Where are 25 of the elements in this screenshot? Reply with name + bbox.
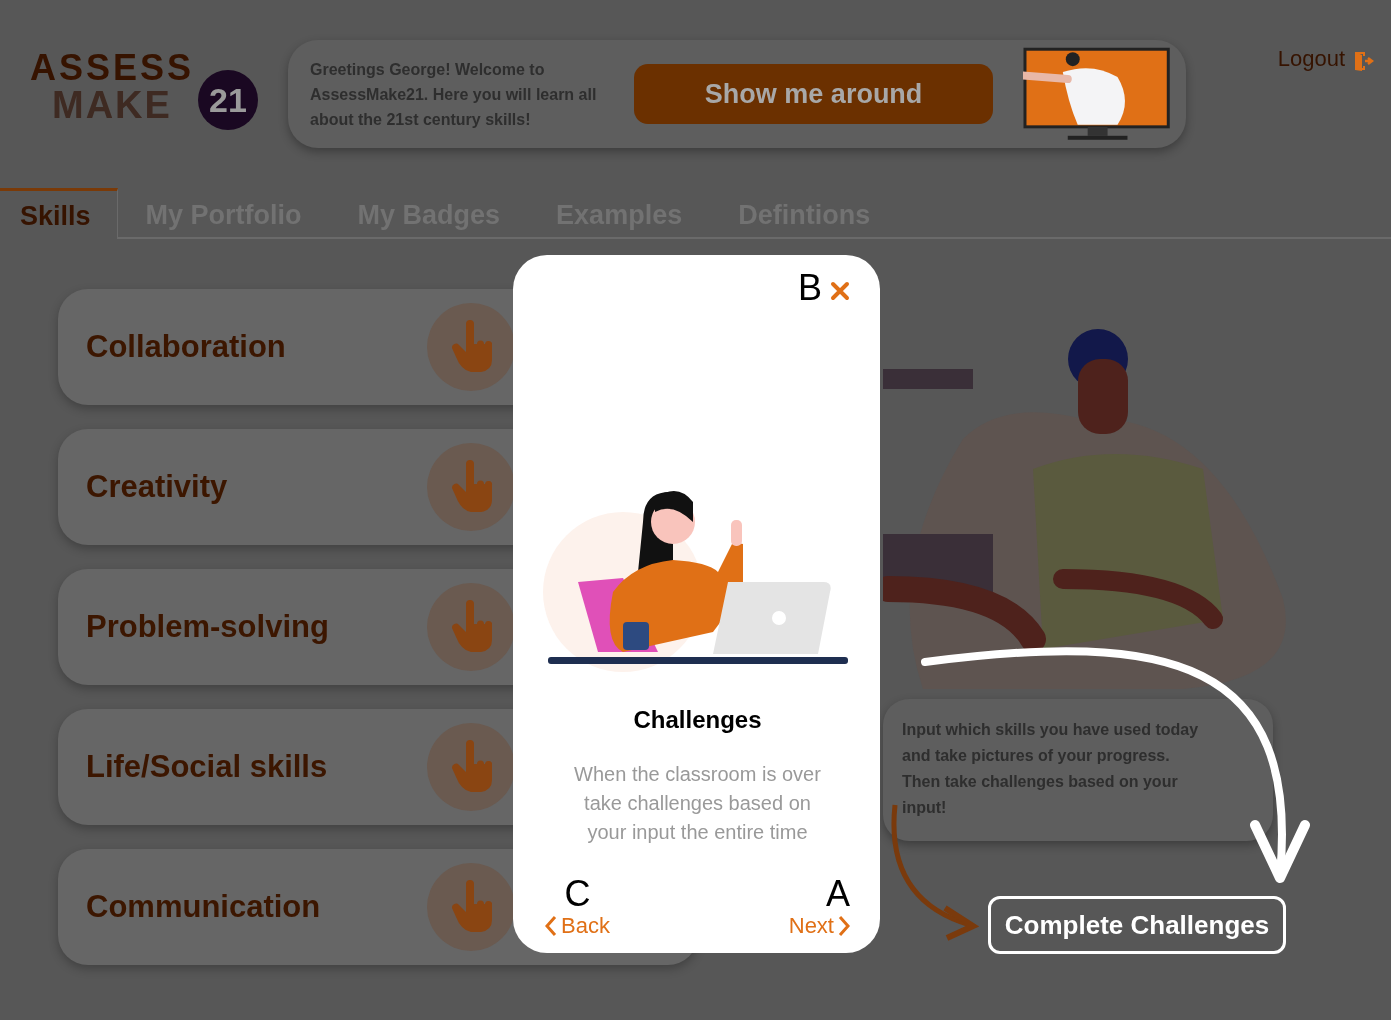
skill-name: Communication [86,889,322,925]
annotation-label: C [564,875,591,913]
chevron-left-icon [545,915,557,937]
back-button[interactable]: Back [545,913,610,939]
hand-pointer-icon[interactable] [426,302,516,392]
logo-wordmark: ASSESS [30,50,195,86]
logo-badge: 21 [198,70,258,130]
complete-challenges-button[interactable]: Complete Challenges [988,896,1286,954]
skill-name: Life/Social skills [86,749,329,785]
show-me-around-button[interactable]: Show me around [634,64,993,124]
logout-link[interactable]: Logout [1277,46,1345,72]
hand-pointer-icon[interactable] [426,722,516,812]
hand-pointer-icon[interactable] [426,582,516,672]
next-button[interactable]: Next [788,913,850,939]
chevron-right-icon [838,915,850,937]
door-exit-icon [1353,50,1375,72]
skill-name: Creativity [86,469,229,505]
hand-pointer-icon[interactable] [426,442,516,532]
annotation-label: A [826,875,850,913]
annotation-label: B [798,269,822,307]
hand-pointer-icon[interactable] [426,862,516,952]
skill-name: Problem-solving [86,609,330,645]
skill-name: Collaboration [86,329,287,365]
close-icon[interactable] [830,281,850,301]
nav-tab[interactable]: Skills [0,188,118,239]
